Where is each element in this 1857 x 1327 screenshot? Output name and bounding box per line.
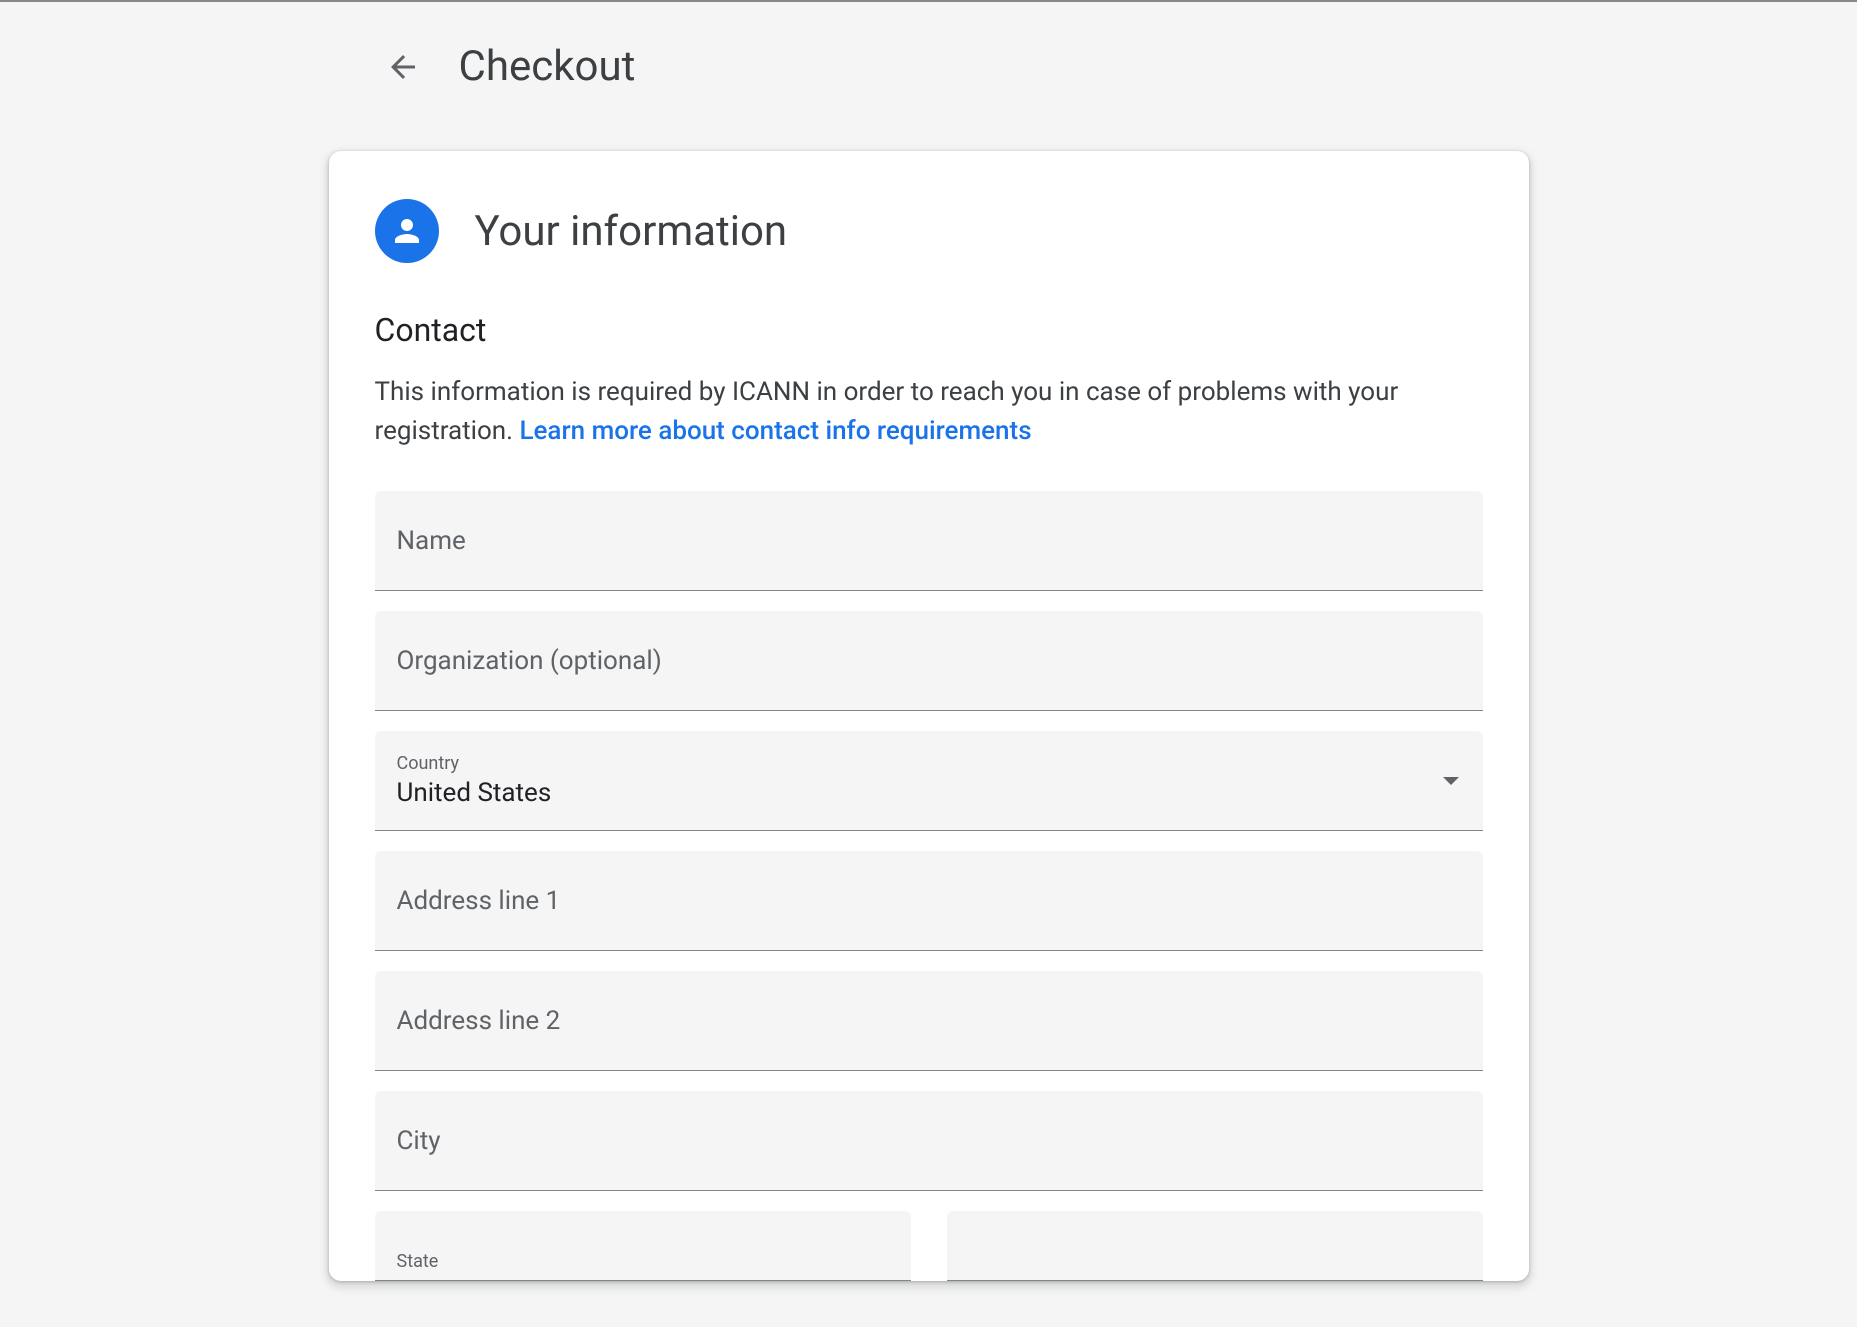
checkout-card: Your information Contact This informatio… bbox=[329, 151, 1529, 1281]
country-select[interactable]: Country United States bbox=[375, 731, 1483, 831]
city-placeholder: City bbox=[397, 1126, 441, 1156]
page-header: Checkout bbox=[329, 42, 1529, 91]
chevron-down-icon bbox=[1443, 777, 1459, 785]
contact-description: This information is required by ICANN in… bbox=[375, 373, 1483, 451]
address2-placeholder: Address line 2 bbox=[397, 1006, 561, 1036]
address-line-1-field[interactable]: Address line 1 bbox=[375, 851, 1483, 951]
organization-field[interactable]: Organization (optional) bbox=[375, 611, 1483, 711]
state-row: State bbox=[375, 1211, 1483, 1281]
contact-subtitle: Contact bbox=[375, 311, 1483, 349]
form-fields: Name Organization (optional) Country Uni… bbox=[375, 491, 1483, 1281]
learn-more-link[interactable]: Learn more about contact info requiremen… bbox=[519, 416, 1031, 446]
state-label: State bbox=[397, 1251, 439, 1272]
address-line-2-field[interactable]: Address line 2 bbox=[375, 971, 1483, 1071]
adjacent-field[interactable] bbox=[947, 1211, 1483, 1281]
organization-placeholder: Organization (optional) bbox=[397, 646, 662, 676]
name-field[interactable]: Name bbox=[375, 491, 1483, 591]
country-label: Country bbox=[397, 753, 460, 774]
person-icon-circle bbox=[375, 199, 439, 263]
address1-placeholder: Address line 1 bbox=[397, 886, 561, 916]
person-icon bbox=[389, 213, 425, 249]
state-field[interactable]: State bbox=[375, 1211, 911, 1281]
name-placeholder: Name bbox=[397, 526, 466, 556]
page-title: Checkout bbox=[459, 42, 636, 91]
section-header: Your information bbox=[375, 199, 1483, 263]
city-field[interactable]: City bbox=[375, 1091, 1483, 1191]
arrow-left-icon bbox=[385, 49, 421, 85]
country-value: United States bbox=[397, 778, 552, 808]
section-title: Your information bbox=[475, 207, 788, 256]
back-button[interactable] bbox=[379, 43, 427, 91]
